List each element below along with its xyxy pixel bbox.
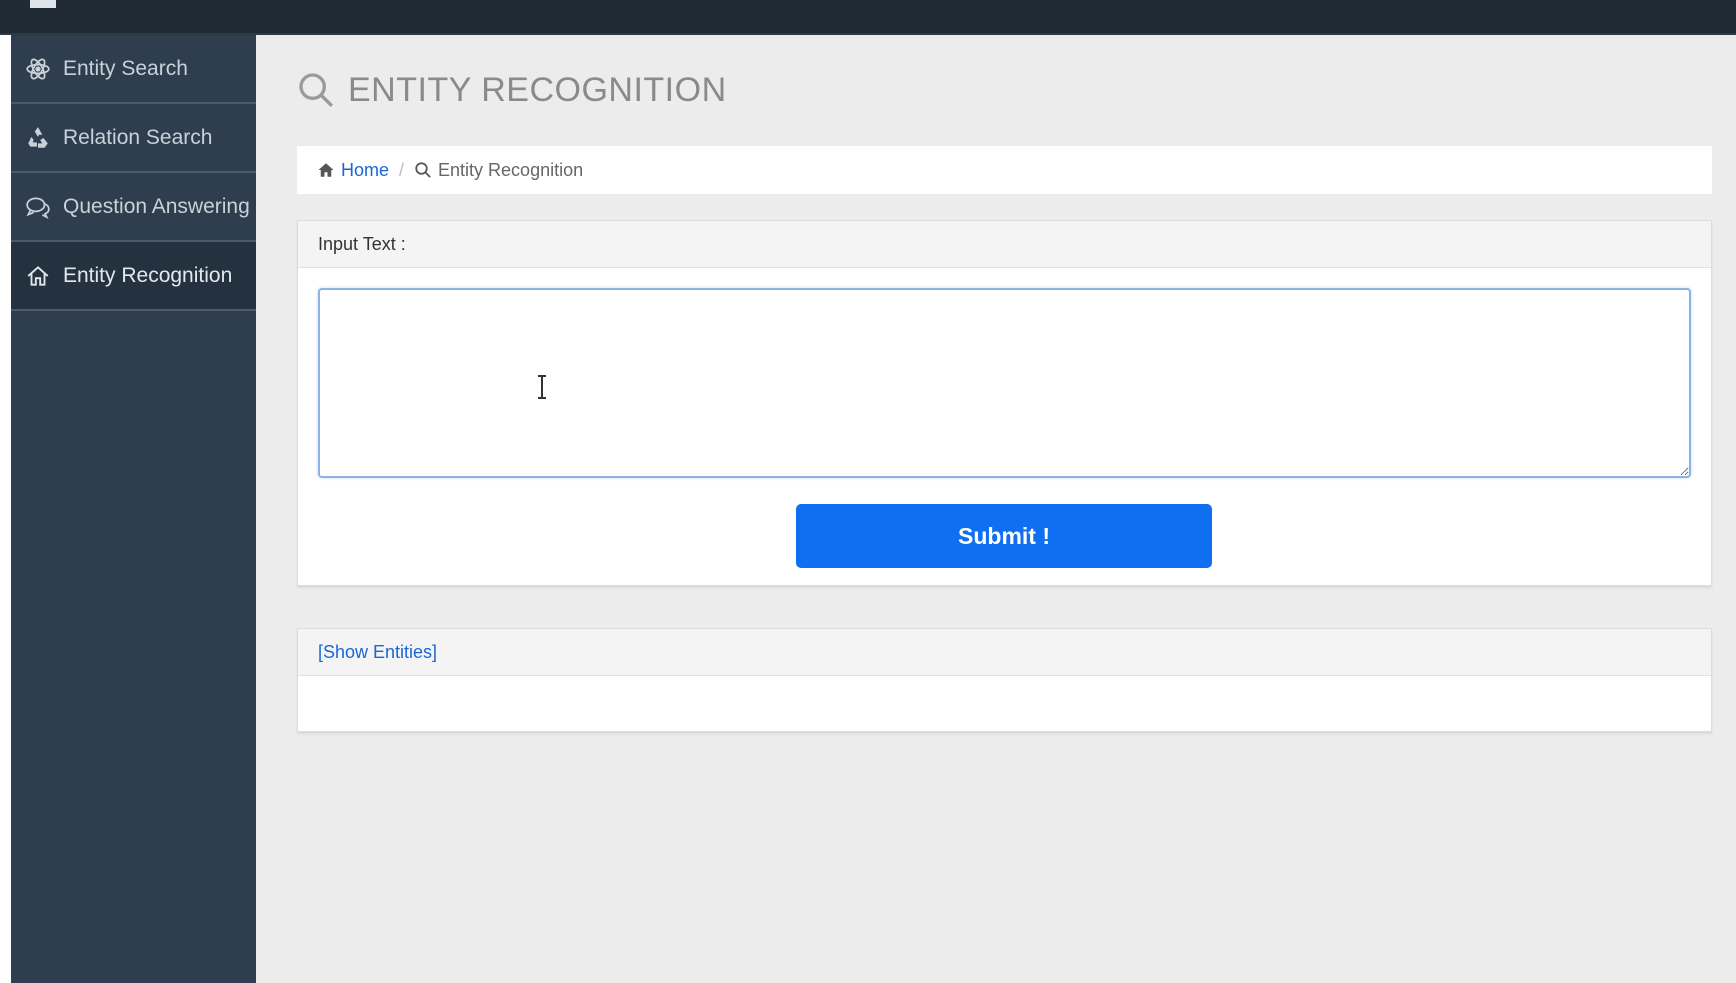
sidebar-item-question-answering[interactable]: Question Answering bbox=[11, 173, 256, 242]
home-icon bbox=[25, 263, 51, 289]
sidebar-item-entity-recognition[interactable]: Entity Recognition bbox=[11, 242, 256, 311]
submit-button[interactable]: Submit ! bbox=[796, 504, 1212, 568]
chat-icon bbox=[25, 194, 51, 220]
page-title: ENTITY RECOGNITION bbox=[296, 65, 727, 115]
breadcrumb-separator: / bbox=[399, 159, 405, 180]
sidebar-item-relation-search[interactable]: Relation Search bbox=[11, 104, 256, 173]
atom-icon bbox=[25, 56, 51, 82]
show-entities-link[interactable]: [Show Entities] bbox=[318, 642, 437, 663]
sidebar-item-entity-search[interactable]: Entity Search bbox=[11, 35, 256, 104]
sidebar-item-label: Entity Recognition bbox=[63, 263, 233, 287]
recycle-icon bbox=[25, 125, 51, 151]
page-title-text: ENTITY RECOGNITION bbox=[348, 70, 727, 109]
home-icon bbox=[317, 161, 335, 179]
sidebar-item-label: Relation Search bbox=[63, 125, 213, 149]
entities-panel-heading: [Show Entities] bbox=[298, 629, 1711, 676]
search-icon bbox=[296, 70, 336, 110]
sidebar-item-label: Question Answering bbox=[63, 194, 250, 218]
sidebar-item-label: Entity Search bbox=[63, 56, 188, 80]
search-icon bbox=[414, 161, 432, 179]
textarea-wrapper bbox=[318, 288, 1691, 483]
text-cursor-icon bbox=[535, 374, 549, 400]
navbar-logo[interactable] bbox=[30, 0, 56, 8]
breadcrumb-current: Entity Recognition bbox=[438, 159, 584, 180]
breadcrumb-home-link[interactable]: Home bbox=[341, 160, 389, 181]
left-edge-strip bbox=[0, 35, 11, 983]
input-panel: Input Text : Submit ! bbox=[297, 220, 1712, 586]
input-panel-heading: Input Text : bbox=[298, 221, 1711, 268]
top-navbar bbox=[0, 0, 1736, 35]
sidebar: Entity Search Relation Search Question A… bbox=[11, 35, 256, 983]
input-text-area[interactable] bbox=[318, 288, 1691, 478]
entities-panel: [Show Entities] bbox=[297, 628, 1712, 732]
breadcrumb: Home / Entity Recognition bbox=[297, 146, 1712, 194]
main-content: ENTITY RECOGNITION Home / Entity Recogni… bbox=[256, 35, 1736, 983]
